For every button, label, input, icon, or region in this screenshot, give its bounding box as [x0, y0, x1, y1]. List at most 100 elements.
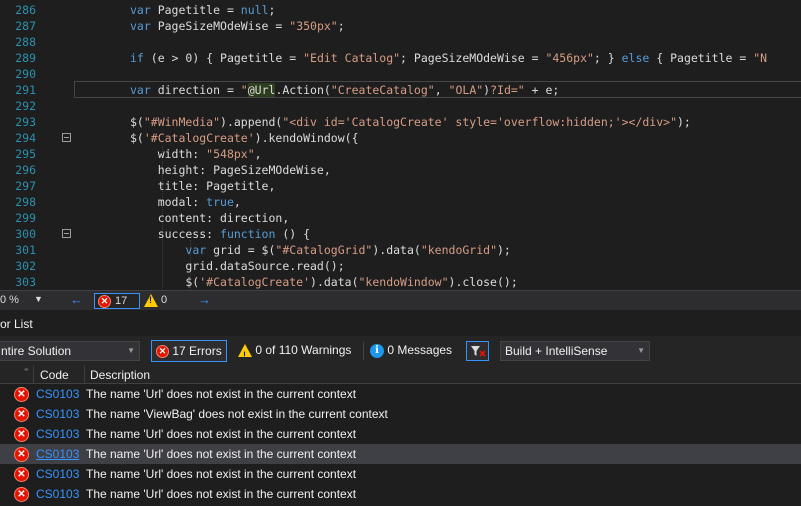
code-line: 288 — [0, 34, 801, 50]
zoom-dropdown-icon[interactable]: ▼ — [34, 294, 43, 304]
error-description: The name 'Url' does not exist in the cur… — [86, 387, 357, 401]
code-text: var PageSizeMOdeWise = "350px"; — [130, 19, 345, 33]
line-number: 294 — [15, 131, 36, 145]
code-line: 300 success: function () { — [0, 226, 801, 242]
zoom-level[interactable]: 0 % — [0, 294, 19, 306]
error-code-link[interactable]: CS0103 — [36, 467, 79, 481]
code-line: 298 modal: true, — [0, 194, 801, 210]
error-description: The name 'ViewBag' does not exist in the… — [86, 407, 388, 421]
table-row[interactable]: ✕ CS0103 The name 'Url' does not exist i… — [0, 444, 801, 464]
error-icon: ✕ — [14, 407, 29, 423]
column-divider[interactable] — [84, 366, 85, 384]
code-line: 303 $('#CatalogCreate').data("kendoWindo… — [0, 274, 801, 290]
code-text: $('#CatalogCreate').data("kendoWindow").… — [130, 275, 518, 289]
filter-button[interactable] — [466, 341, 489, 361]
code-line: 292 — [0, 98, 801, 114]
error-code-link[interactable]: CS0103 — [36, 427, 79, 441]
code-text: $("#WinMedia").append("<div id='CatalogC… — [130, 115, 691, 129]
error-list-header: ⁼ Code Description — [0, 366, 801, 384]
error-code-link[interactable]: CS0103 — [36, 487, 79, 501]
code-line: 293 $("#WinMedia").append("<div id='Catal… — [0, 114, 801, 130]
error-count-button[interactable]: ✕ 17 — [94, 293, 140, 309]
code-line: 301 var grid = $("#CatalogGrid").data("k… — [0, 242, 801, 258]
line-number: 295 — [15, 147, 36, 161]
editor-status-strip: 0 % ▼ ← ✕ 17 0 → — [0, 290, 801, 310]
line-number: 288 — [15, 35, 36, 49]
code-line: 302 grid.dataSource.read(); — [0, 258, 801, 274]
error-description: The name 'Url' does not exist in the cur… — [86, 427, 357, 441]
code-text: title: Pagetitle, — [130, 179, 276, 193]
error-list-toolbar: ntire Solution ▼ ✕ 17 Errors 0 of 110 Wa… — [0, 336, 801, 366]
errors-label: 17 Errors — [172, 344, 222, 358]
source-dropdown[interactable]: Build + IntelliSense ▼ — [500, 341, 650, 361]
error-icon: ✕ — [14, 487, 29, 503]
column-description[interactable]: Description — [90, 368, 150, 382]
error-icon: ✕ — [14, 427, 29, 443]
code-text: var Pagetitle = null; — [130, 3, 276, 17]
error-description: The name 'Url' does not exist in the cur… — [86, 487, 357, 501]
error-icon: ✕ — [14, 387, 29, 403]
line-number: 299 — [15, 211, 36, 225]
error-icon: ✕ — [156, 345, 169, 359]
code-text: content: direction, — [130, 211, 290, 225]
code-line: 295 width: "548px", — [0, 146, 801, 162]
column-divider[interactable] — [33, 366, 34, 384]
code-text: width: "548px", — [130, 147, 262, 161]
line-number: 296 — [15, 163, 36, 177]
code-line: 297 title: Pagetitle, — [0, 178, 801, 194]
warning-icon[interactable] — [144, 294, 158, 307]
code-text: modal: true, — [130, 195, 241, 209]
line-number: 300 — [15, 227, 36, 241]
code-line: 296 height: PageSizeMOdeWise, — [0, 162, 801, 178]
code-text: if (e > 0) { Pagetitle = "Edit Catalog";… — [130, 51, 768, 65]
line-number: 289 — [15, 51, 36, 65]
filter-icon — [471, 346, 486, 357]
code-editor[interactable]: 286 var Pagetitle = null; 287 var PageSize… — [0, 0, 801, 290]
code-line: 294 $('#CatalogCreate').kendoWindow({ — [0, 130, 801, 146]
code-text: var grid = $("#CatalogGrid").data("kendo… — [185, 243, 511, 257]
warnings-filter-button[interactable]: 0 of 110 Warnings — [234, 340, 355, 365]
source-value: Build + IntelliSense — [505, 344, 608, 358]
line-number: 301 — [15, 243, 36, 257]
line-number: 302 — [15, 259, 36, 273]
code-line: 299 content: direction, — [0, 210, 801, 226]
error-code-link[interactable]: CS0103 — [36, 407, 79, 421]
error-code-link[interactable]: CS0103 — [36, 447, 79, 461]
error-code-link[interactable]: CS0103 — [36, 387, 79, 401]
code-text: height: PageSizeMOdeWise, — [130, 163, 331, 177]
error-icon: ✕ — [98, 295, 111, 308]
info-icon: i — [370, 343, 384, 358]
code-text: success: function () { — [130, 227, 311, 241]
line-number: 293 — [15, 115, 36, 129]
error-icon: ✕ — [14, 447, 29, 463]
line-number: 286 — [15, 3, 36, 17]
previous-issue-icon[interactable]: ← — [70, 292, 83, 307]
column-code[interactable]: Code — [40, 368, 69, 382]
errors-filter-button[interactable]: ✕ 17 Errors — [151, 340, 227, 362]
next-issue-icon[interactable]: → — [198, 292, 211, 307]
error-description: The name 'Url' does not exist in the cur… — [86, 467, 357, 481]
chevron-down-icon: ▼ — [127, 346, 135, 355]
table-row[interactable]: ✕ CS0103 The name 'Url' does not exist i… — [0, 484, 801, 504]
fold-collapse-icon[interactable] — [62, 229, 71, 238]
code-text: grid.dataSource.read(); — [130, 259, 345, 273]
line-number: 291 — [15, 83, 36, 97]
fold-collapse-icon[interactable] — [62, 133, 71, 142]
warnings-label: 0 of 110 Warnings — [255, 343, 352, 357]
table-row[interactable]: ✕ CS0103 The name 'Url' does not exist i… — [0, 464, 801, 484]
line-number: 303 — [15, 275, 36, 289]
error-icon: ✕ — [14, 467, 29, 483]
sort-icon[interactable]: ⁼ — [24, 366, 29, 377]
table-row[interactable]: ✕ CS0103 The name 'Url' does not exist i… — [0, 424, 801, 444]
chevron-down-icon: ▼ — [637, 346, 645, 355]
messages-filter-button[interactable]: i 0 Messages — [366, 340, 456, 362]
scope-value: ntire Solution — [1, 344, 72, 358]
warning-icon — [238, 344, 252, 365]
code-line: 291 var direction = "@Url.Action("CreateC… — [0, 82, 801, 98]
table-row[interactable]: ✕ CS0103 The name 'Url' does not exist i… — [0, 384, 801, 404]
panel-title: or List — [0, 317, 33, 331]
table-row[interactable]: ✕ CS0103 The name 'ViewBag' does not exi… — [0, 404, 801, 424]
error-description: The name 'Url' does not exist in the cur… — [86, 447, 357, 461]
scope-dropdown[interactable]: ntire Solution ▼ — [0, 341, 140, 361]
code-line: 286 var Pagetitle = null; — [0, 2, 801, 18]
